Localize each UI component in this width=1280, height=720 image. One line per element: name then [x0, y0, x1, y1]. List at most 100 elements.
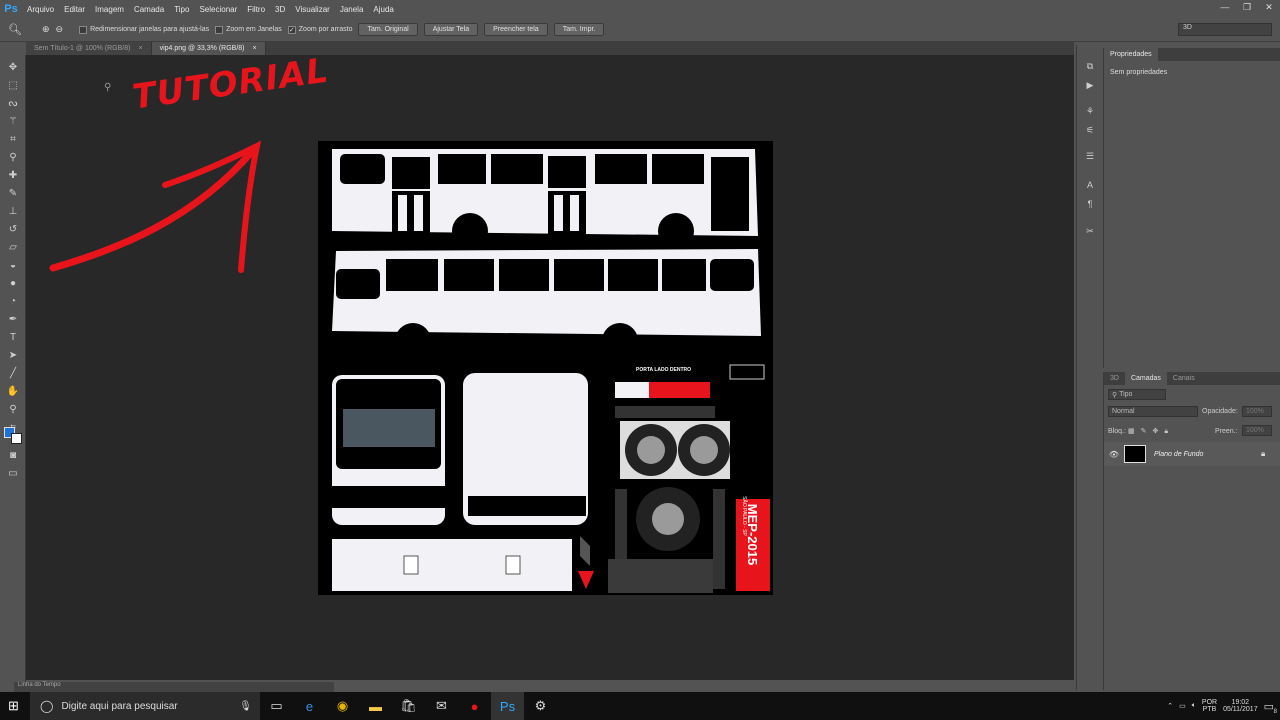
game-app-icon[interactable]: ⚙ — [524, 692, 557, 720]
windows-start-icon[interactable]: ⊞ — [8, 698, 19, 714]
tool-presets-icon[interactable]: ✂ — [1081, 224, 1099, 238]
zoom-all-option[interactable]: Zoom em Janelas — [215, 25, 282, 34]
brush-preset-icon[interactable]: ⚘ — [1081, 104, 1099, 118]
clock[interactable]: 19:02 05/11/2017 — [1223, 699, 1258, 713]
notifications-icon[interactable]: ▭ 8 — [1264, 700, 1277, 715]
eraser-icon[interactable]: ▱ — [4, 239, 22, 255]
tab-untitled[interactable]: Sem Título-1 @ 100% (RGB/8) × — [26, 42, 152, 55]
close-button[interactable]: ✕ — [1258, 0, 1280, 14]
move-tool-icon[interactable]: ✥ — [4, 59, 22, 75]
menu-editar[interactable]: Editar — [59, 5, 90, 14]
blur-tool-icon[interactable]: ● — [4, 275, 22, 291]
microphone-icon[interactable]: 🎙︎ — [239, 701, 252, 712]
blend-mode-select[interactable]: Normal — [1108, 406, 1198, 417]
menu-imagem[interactable]: Imagem — [90, 5, 129, 14]
zoom-all-checkbox[interactable] — [215, 25, 224, 34]
menu-visualizar[interactable]: Visualizar — [290, 5, 335, 14]
scrubby-zoom-option[interactable]: ✓ Zoom por arrasto — [287, 25, 352, 34]
network-icon[interactable]: ▭ — [1179, 702, 1186, 710]
close-icon[interactable]: × — [138, 45, 142, 52]
magic-wand-icon[interactable]: ⚚ — [4, 113, 22, 129]
minimize-button[interactable]: — — [1214, 0, 1236, 14]
tab-channels[interactable]: Canais — [1167, 372, 1201, 385]
menu-filtro[interactable]: Filtro — [242, 5, 270, 14]
menu-3d[interactable]: 3D — [270, 5, 290, 14]
scrubby-zoom-checkbox[interactable]: ✓ — [287, 25, 296, 34]
taskbar-search[interactable]: ◯ Digite aqui para pesquisar 🎙︎ — [30, 692, 260, 720]
resize-windows-checkbox[interactable] — [79, 25, 88, 34]
recorder-icon[interactable]: ● — [458, 692, 491, 720]
file-explorer-icon[interactable]: ▬ — [359, 692, 392, 720]
layer-row[interactable]: 👁︎ Plano de Fundo 🔒︎ — [1104, 442, 1280, 466]
fit-screen-button[interactable]: Ajustar Tela — [423, 23, 479, 36]
layer-comps-icon[interactable]: ☰ — [1081, 149, 1099, 163]
background-color-swatch[interactable] — [11, 433, 22, 444]
menu-selecionar[interactable]: Selecionar — [194, 5, 242, 14]
timeline-panel[interactable]: Linha do Tempo — [14, 682, 334, 692]
fill-input[interactable]: 100% — [1242, 425, 1272, 436]
character-icon[interactable]: A — [1081, 178, 1099, 192]
tools-panel: ✥ ⬚ ᔓ ⚚ ⌗ ⚲ ✚ ✎ ⊥ ↺ ▱ ◒ ● ◔ ✒ T ➤ ╱ ✋ ⚲ … — [0, 55, 26, 690]
chrome-icon[interactable]: ◉ — [326, 692, 359, 720]
menu-arquivo[interactable]: Arquivo — [22, 5, 59, 14]
screen-mode-icon[interactable]: ▭ — [4, 465, 22, 481]
history-brush-icon[interactable]: ↺ — [4, 221, 22, 237]
play-action-icon[interactable]: ▶ — [1081, 78, 1099, 92]
annotation-arrow — [49, 140, 262, 273]
document-tabs: Sem Título-1 @ 100% (RGB/8) × vip4.png @… — [26, 42, 1074, 55]
resize-windows-option[interactable]: Redimensionar janelas para ajustá-las — [79, 25, 209, 34]
zoom-tool-icon[interactable]: ⚲ — [4, 401, 22, 417]
zoom-tool-icon[interactable]: 🔍︎ — [8, 23, 22, 36]
fill-screen-button[interactable]: Preencher tela — [484, 23, 548, 36]
task-view-icon[interactable]: ▭ — [260, 692, 293, 720]
eyedropper-icon[interactable]: ⚲ — [4, 149, 22, 165]
menu-janela[interactable]: Janela — [335, 5, 369, 14]
clock-date: 05/11/2017 — [1223, 706, 1258, 713]
actual-pixels-button[interactable]: Tam. Original — [358, 23, 418, 36]
menu-tipo[interactable]: Tipo — [169, 5, 194, 14]
line-tool-icon[interactable]: ╱ — [4, 365, 22, 381]
volume-icon[interactable]: 🔈︎ — [1192, 702, 1196, 710]
close-icon[interactable]: × — [253, 45, 257, 52]
menu-ajuda[interactable]: Ajuda — [368, 5, 398, 14]
brush-tool-icon[interactable]: ✎ — [4, 185, 22, 201]
photoshop-task-icon[interactable]: Ps — [491, 692, 524, 720]
edge-icon[interactable]: e — [293, 692, 326, 720]
language-indicator[interactable]: POR PTB — [1202, 699, 1217, 713]
clone-stamp-icon[interactable]: ⊥ — [4, 203, 22, 219]
opacity-input[interactable]: 100% — [1242, 406, 1272, 417]
tab-layers[interactable]: Camadas — [1124, 372, 1167, 385]
crop-tool-icon[interactable]: ⌗ — [4, 131, 22, 147]
quick-mask-icon[interactable]: ◙ — [4, 447, 22, 463]
pen-tool-icon[interactable]: ✒ — [4, 311, 22, 327]
layer-name[interactable]: Plano de Fundo — [1154, 451, 1261, 458]
print-size-button[interactable]: Tam. Impr. — [553, 23, 605, 36]
zoom-in-icon[interactable]: ⊕ — [42, 24, 50, 35]
tray-chevron-icon[interactable]: ⌃ — [1167, 702, 1173, 710]
visibility-eye-icon[interactable]: 👁︎ — [1104, 450, 1124, 459]
adjustments-icon[interactable]: ⚟ — [1081, 123, 1099, 137]
lasso-tool-icon[interactable]: ᔓ — [4, 95, 22, 111]
type-tool-icon[interactable]: T — [4, 329, 22, 345]
healing-brush-icon[interactable]: ✚ — [4, 167, 22, 183]
hand-tool-icon[interactable]: ✋ — [4, 383, 22, 399]
path-selection-icon[interactable]: ➤ — [4, 347, 22, 363]
tab-vip4[interactable]: vip4.png @ 33,3% (RGB/8) × — [151, 42, 266, 55]
tab-properties[interactable]: Propriedades — [1104, 48, 1158, 61]
lock-icons[interactable]: ▦✎✥🔒︎ — [1128, 427, 1174, 436]
dodge-tool-icon[interactable]: ◔ — [4, 293, 22, 309]
options-bar: 🔍︎ ⊕ ⊖ Redimensionar janelas para ajustá… — [0, 18, 1280, 42]
menu-camada[interactable]: Camada — [129, 5, 169, 14]
paint-bucket-icon[interactable]: ◒ — [4, 257, 22, 273]
workspace-select[interactable]: 3D — [1178, 23, 1272, 36]
tab-3d[interactable]: 3D — [1104, 372, 1125, 385]
history-icon[interactable]: ⧉ — [1081, 59, 1099, 73]
layer-filter-select[interactable]: ⚲ Tipo — [1108, 389, 1166, 400]
mail-icon[interactable]: ✉ — [425, 692, 458, 720]
paragraph-icon[interactable]: ¶ — [1081, 197, 1099, 211]
marquee-tool-icon[interactable]: ⬚ — [4, 77, 22, 93]
zoom-out-icon[interactable]: ⊖ — [56, 24, 64, 35]
restore-button[interactable]: ❐ — [1236, 0, 1258, 14]
document-image[interactable]: PORTA LADO DENTRO MEP-2015 SÃO PAULO - S… — [318, 141, 773, 595]
store-icon[interactable]: 🛍︎ — [392, 692, 425, 720]
